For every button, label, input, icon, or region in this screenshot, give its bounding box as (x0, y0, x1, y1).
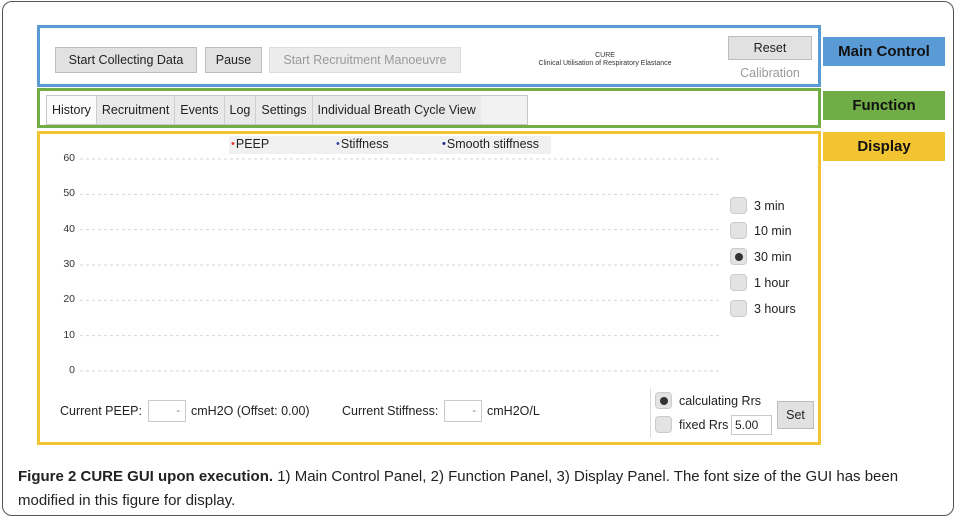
y-tick-label: 0 (69, 364, 75, 376)
radio-button[interactable] (730, 197, 747, 214)
y-tick-label: 50 (63, 187, 75, 200)
y-tick-label: 20 (63, 293, 75, 306)
fixed-rrs-input[interactable]: 5.00 (731, 415, 772, 435)
radio-button[interactable] (730, 300, 747, 317)
radio-label: 3 hours (754, 301, 796, 316)
radio-label: fixed Rrs (679, 417, 729, 432)
radio-button[interactable] (655, 416, 672, 433)
radio-label: 1 hour (754, 275, 790, 290)
legend-label: Stiffness (340, 137, 389, 151)
current-stiffness-value: - (444, 400, 482, 422)
legend-item-smooth-stiffness: • Smooth stiffness (442, 137, 539, 151)
range-option-30-min[interactable]: 30 min (730, 248, 792, 265)
current-peep-value: - (148, 400, 186, 422)
radio-selected-dot (734, 252, 743, 261)
range-option-3-hours[interactable]: 3 hours (730, 300, 796, 317)
radio-selected-dot (659, 396, 668, 405)
radio-label: 3 min (754, 198, 785, 213)
history-chart (80, 158, 720, 372)
range-option-3-min[interactable]: 3 min (730, 197, 785, 214)
fixed-rrs-option[interactable]: fixed Rrs (655, 416, 728, 433)
y-tick-label: 30 (63, 258, 75, 270)
calculating-rrs-option[interactable]: calculating Rrs (655, 392, 761, 409)
radio-button[interactable] (730, 274, 747, 291)
range-option-10-min[interactable]: 10 min (730, 222, 792, 239)
radio-button[interactable] (655, 392, 672, 409)
y-tick-label: 40 (63, 222, 75, 235)
legend-marker: • (231, 138, 235, 150)
radio-label: 10 min (754, 223, 792, 238)
chart-legend: • PEEP • Stiffness • Smooth stiffness (229, 136, 551, 154)
radio-button[interactable] (730, 222, 747, 239)
legend-item-stiffness: • Stiffness (336, 137, 389, 151)
caption-title: Figure 2 CURE GUI upon execution. (18, 468, 274, 485)
y-tick-label: 60 (63, 152, 75, 164)
legend-item-peep: • PEEP (231, 137, 269, 151)
radio-label: calculating Rrs (679, 393, 761, 408)
legend-label: Smooth stiffness (446, 137, 540, 151)
radio-label: 30 min (754, 249, 792, 264)
y-tick-label: 10 (63, 328, 75, 341)
current-stiffness-label: Current Stiffness: (342, 404, 439, 418)
radio-button[interactable] (730, 248, 747, 265)
set-button[interactable]: Set (777, 401, 814, 429)
range-option-1-hour[interactable]: 1 hour (730, 274, 789, 291)
figure-caption: Figure 2 CURE GUI upon execution. 1) Mai… (18, 465, 943, 513)
legend-marker: • (336, 138, 340, 150)
legend-label: PEEP (235, 137, 270, 151)
legend-marker: • (442, 138, 446, 150)
current-stiffness-unit: cmH2O/L (487, 404, 540, 418)
current-peep-label: Current PEEP: (60, 404, 142, 418)
current-peep-unit: cmH2O (Offset: 0.00) (191, 404, 310, 418)
